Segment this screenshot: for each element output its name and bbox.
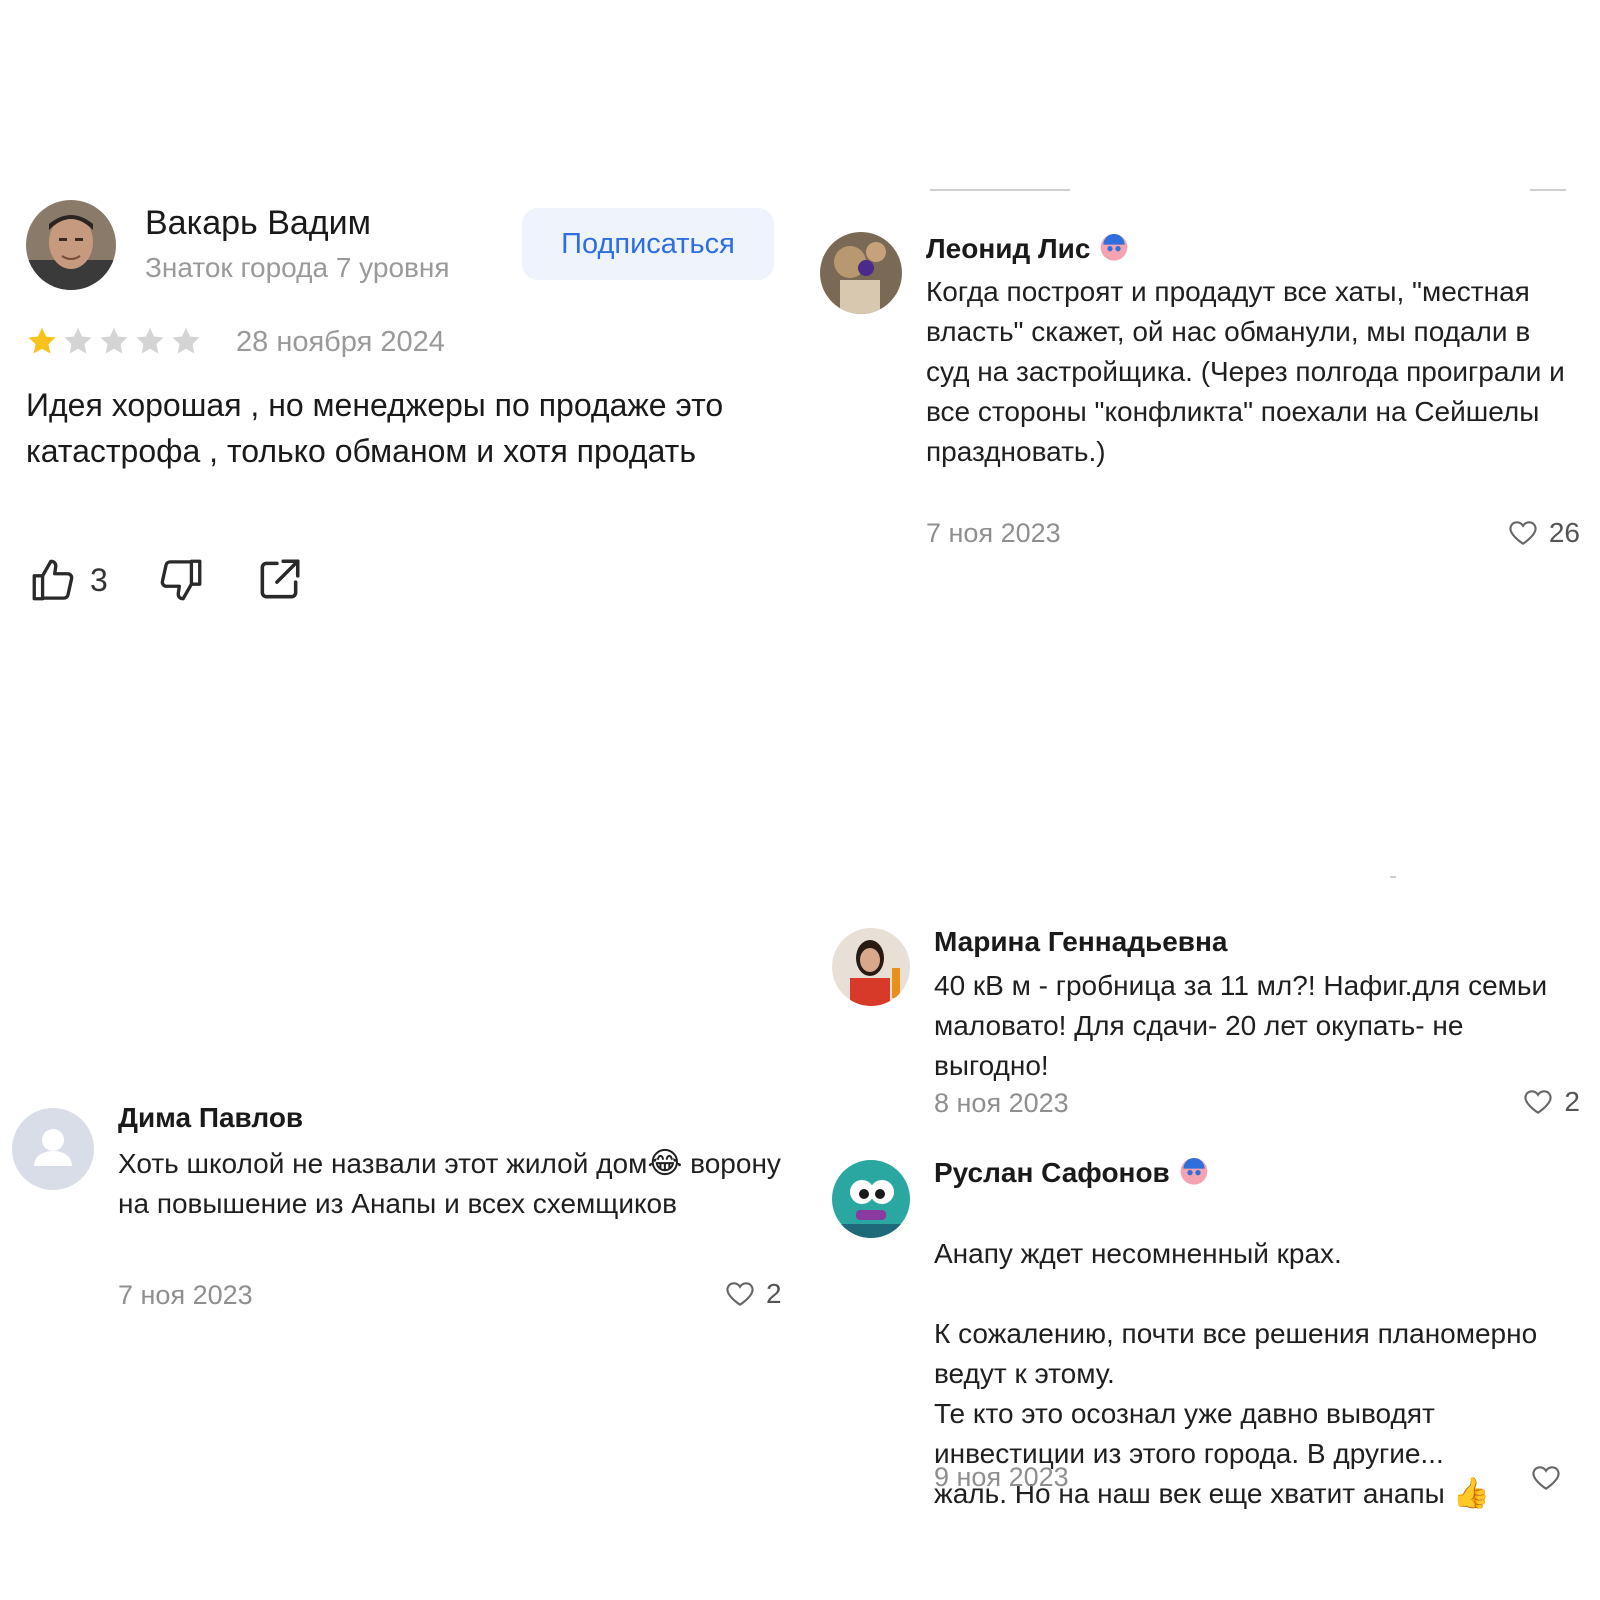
author-name[interactable]: Руслан Сафонов xyxy=(934,1157,1170,1188)
like-count: 2 xyxy=(1564,1086,1580,1117)
star-icon xyxy=(28,327,56,354)
like-count: 2 xyxy=(766,1278,782,1309)
author-name[interactable]: Вакарь Вадим xyxy=(145,204,371,243)
subscribe-button[interactable]: Подписаться xyxy=(522,208,774,280)
divider xyxy=(930,189,1070,191)
like-button[interactable]: 26 xyxy=(1507,517,1580,549)
comment-text-part: Хоть школой не назвали этот жилой дом xyxy=(118,1148,648,1179)
comment-author[interactable]: Леонид Лис xyxy=(926,230,1130,265)
like-button[interactable]: 2 xyxy=(1522,1086,1580,1118)
comment: Марина Геннадьевна 40 кВ м - гробница за… xyxy=(832,920,1592,1140)
divider xyxy=(1530,189,1566,191)
heart-icon xyxy=(1532,1466,1560,1490)
like-button[interactable] xyxy=(1530,1462,1572,1494)
comment-text: Хоть школой не назвали этот жилой дом😂 в… xyxy=(118,1144,788,1224)
thumbs-down-icon[interactable] xyxy=(156,555,206,605)
star-icon xyxy=(172,327,200,354)
comment-date: 7 ноя 2023 xyxy=(118,1280,253,1310)
heart-icon xyxy=(726,1282,754,1306)
comment-text: Когда построят и продадут все хаты, "мес… xyxy=(926,276,1565,467)
author-level: Знаток города 7 уровня xyxy=(145,252,450,283)
star-icon xyxy=(64,327,92,354)
expert-badge-icon xyxy=(1101,234,1128,261)
comment-author[interactable]: Марина Геннадьевна xyxy=(934,926,1228,958)
like-count: 3 xyxy=(90,561,108,598)
heart-icon xyxy=(1524,1090,1552,1114)
review-text: Идея хорошая , но менеджеры по продаже э… xyxy=(26,387,724,469)
expert-badge-icon xyxy=(1180,1158,1208,1185)
comment: Дима Павлов Хоть школой не назвали этот … xyxy=(10,1100,800,1330)
avatar[interactable] xyxy=(832,928,910,1006)
comment-text: 40 кВ м - гробница за 11 мл?! Нафиг.для … xyxy=(934,970,1548,1081)
author-name[interactable]: Леонид Лис xyxy=(926,233,1090,264)
thumbs-up-emoji: 👍 xyxy=(1452,1477,1490,1510)
divider xyxy=(1390,876,1396,878)
laughing-emoji: 😂 xyxy=(647,1147,683,1180)
share-icon[interactable] xyxy=(254,555,304,605)
avatar[interactable] xyxy=(12,1108,94,1190)
comment-date: 8 ноя 2023 xyxy=(934,1088,1069,1118)
avatar[interactable] xyxy=(26,200,116,290)
review-card: Вакарь Вадим Знаток города 7 уровня Подп… xyxy=(0,0,800,640)
review-actions: 3 xyxy=(28,555,304,605)
rating-stars xyxy=(26,325,202,357)
review-date: 28 ноября 2024 xyxy=(236,326,445,358)
heart-icon xyxy=(1509,521,1537,545)
star-icon xyxy=(100,327,128,354)
comment-author[interactable]: Руслан Сафонов xyxy=(934,1154,1210,1189)
avatar[interactable] xyxy=(832,1160,910,1238)
star-icon xyxy=(136,327,164,354)
comment-date: 7 ноя 2023 xyxy=(926,518,1061,548)
comment-author[interactable]: Дима Павлов xyxy=(118,1102,303,1134)
comment: Леонид Лис Когда построят и продадут все… xyxy=(820,220,1590,580)
like-count: 26 xyxy=(1548,517,1580,548)
comment-date: 9 ноя 2023 xyxy=(934,1462,1069,1492)
comment: Руслан Сафонов Анапу ждет несомненный кр… xyxy=(832,1150,1592,1530)
like-button[interactable]: 2 xyxy=(724,1278,782,1310)
thumbs-up-icon[interactable] xyxy=(28,555,78,605)
avatar[interactable] xyxy=(820,232,902,314)
